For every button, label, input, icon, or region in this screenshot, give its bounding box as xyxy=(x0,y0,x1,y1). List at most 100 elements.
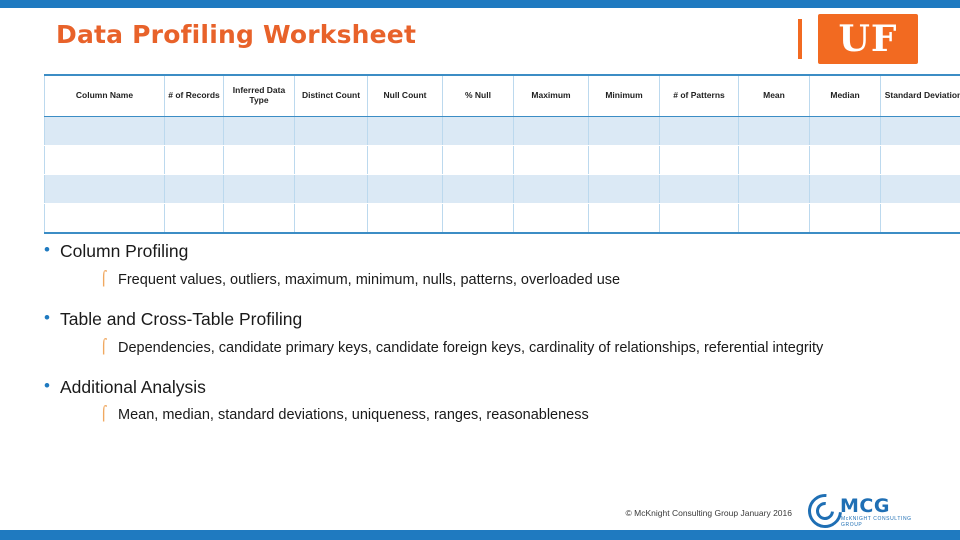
table-cell[interactable] xyxy=(809,174,881,204)
table-cell[interactable] xyxy=(367,174,443,204)
table-cell[interactable] xyxy=(588,174,660,204)
table-cell[interactable] xyxy=(294,145,368,175)
table-row[interactable] xyxy=(44,116,960,146)
bullet-group-0: • Column Profiling ⌠ Frequent values, ou… xyxy=(44,240,924,290)
table-cell[interactable] xyxy=(223,174,295,204)
table-header-cell: % Null xyxy=(442,74,514,117)
table-cell[interactable] xyxy=(880,116,960,146)
page-title: Data Profiling Worksheet xyxy=(56,20,417,49)
table-body xyxy=(44,116,960,234)
table-cell[interactable] xyxy=(880,203,960,234)
uf-logo-text: UF xyxy=(838,18,898,60)
table-cell[interactable] xyxy=(223,145,295,175)
bullet-dot-icon: • xyxy=(44,240,50,259)
table-cell[interactable] xyxy=(659,174,739,204)
table-cell[interactable] xyxy=(223,116,295,146)
bullet-hook-icon: ⌠ xyxy=(100,406,108,423)
table-cell[interactable] xyxy=(659,145,739,175)
bullet-level1: • Table and Cross-Table Profiling xyxy=(44,308,924,332)
table-cell[interactable] xyxy=(513,203,589,234)
table-cell[interactable] xyxy=(588,116,660,146)
table-cell[interactable] xyxy=(442,203,514,234)
table-cell[interactable] xyxy=(738,116,810,146)
table-cell[interactable] xyxy=(442,145,514,175)
mcg-logo-text: MCG xyxy=(840,495,890,517)
table-cell[interactable] xyxy=(367,116,443,146)
table-cell[interactable] xyxy=(809,203,881,234)
table-header-cell: Median xyxy=(809,74,881,117)
table-cell[interactable] xyxy=(44,116,165,146)
top-accent-bar xyxy=(0,0,960,8)
mcg-logo: MCG McKNIGHT CONSULTING GROUP xyxy=(801,487,918,535)
bullet-level2-text: Dependencies, candidate primary keys, ca… xyxy=(118,339,824,356)
table-header-cell: Column Name xyxy=(44,74,165,117)
table-cell[interactable] xyxy=(809,116,881,146)
table-header-cell: # of Patterns xyxy=(659,74,739,117)
bullet-level2-text: Frequent values, outliers, maximum, mini… xyxy=(118,271,621,288)
mcg-logo-subtext: McKNIGHT CONSULTING GROUP xyxy=(841,516,912,528)
table-cell[interactable] xyxy=(164,116,224,146)
copyright-text: © McKnight Consulting Group January 2016 xyxy=(625,508,792,518)
bullet-group-1: • Table and Cross-Table Profiling ⌠ Depe… xyxy=(44,308,924,358)
data-profiling-table: Column Name # of Records Inferred Data T… xyxy=(44,74,960,234)
table-cell[interactable] xyxy=(588,203,660,234)
uf-logo: UF xyxy=(798,14,918,64)
table-cell[interactable] xyxy=(513,174,589,204)
bullet-level2-text: Mean, median, standard deviations, uniqu… xyxy=(118,407,589,424)
table-cell[interactable] xyxy=(367,145,443,175)
bullet-level2: ⌠ Dependencies, candidate primary keys, … xyxy=(44,338,924,358)
table-cell[interactable] xyxy=(513,116,589,146)
table-row[interactable] xyxy=(44,145,960,175)
table-row[interactable] xyxy=(44,203,960,234)
bullet-level2: ⌠ Frequent values, outliers, maximum, mi… xyxy=(44,270,924,290)
table-cell[interactable] xyxy=(738,145,810,175)
table-header-cell: Inferred Data Type xyxy=(223,74,295,117)
uf-logo-badge: UF xyxy=(818,14,918,64)
table-header-cell: Null Count xyxy=(367,74,443,117)
table-cell[interactable] xyxy=(164,145,224,175)
bottom-accent-bar xyxy=(0,530,960,540)
table-cell[interactable] xyxy=(294,203,368,234)
bullet-group-2: • Additional Analysis ⌠ Mean, median, st… xyxy=(44,376,924,426)
table-cell[interactable] xyxy=(513,145,589,175)
table-header-cell: Standard Deviation xyxy=(880,74,960,117)
bullet-level1: • Column Profiling xyxy=(44,240,924,264)
table-cell[interactable] xyxy=(588,145,660,175)
bullet-hook-icon: ⌠ xyxy=(100,338,108,355)
table-header-cell: Distinct Count xyxy=(294,74,368,117)
table-cell[interactable] xyxy=(294,174,368,204)
table-header-row: Column Name # of Records Inferred Data T… xyxy=(44,74,960,117)
table-header-cell: # of Records xyxy=(164,74,224,117)
table-cell[interactable] xyxy=(738,203,810,234)
table-cell[interactable] xyxy=(223,203,295,234)
table-row[interactable] xyxy=(44,174,960,204)
table-cell[interactable] xyxy=(164,203,224,234)
bullet-level1-text: Column Profiling xyxy=(60,241,189,261)
table-cell[interactable] xyxy=(880,145,960,175)
bullet-level2: ⌠ Mean, median, standard deviations, uni… xyxy=(44,405,924,425)
table-cell[interactable] xyxy=(44,145,165,175)
table-cell[interactable] xyxy=(442,116,514,146)
table-cell[interactable] xyxy=(880,174,960,204)
uf-logo-bar xyxy=(798,19,802,59)
table-cell[interactable] xyxy=(367,203,443,234)
bullet-level1: • Additional Analysis xyxy=(44,376,924,400)
table-header-cell: Maximum xyxy=(513,74,589,117)
table-cell[interactable] xyxy=(738,174,810,204)
table-cell[interactable] xyxy=(809,145,881,175)
table-cell[interactable] xyxy=(659,116,739,146)
bullet-dot-icon: • xyxy=(44,307,50,327)
table-cell[interactable] xyxy=(659,203,739,234)
table-cell[interactable] xyxy=(442,174,514,204)
bullet-level1-text: Additional Analysis xyxy=(60,376,206,397)
bullet-hook-icon: ⌠ xyxy=(100,270,108,287)
bullet-content: • Column Profiling ⌠ Frequent values, ou… xyxy=(44,240,924,444)
bullet-dot-icon: • xyxy=(44,375,50,395)
bullet-level1-text: Table and Cross-Table Profiling xyxy=(60,308,303,329)
table-cell[interactable] xyxy=(44,174,165,204)
table-header-cell: Minimum xyxy=(588,74,660,117)
table-cell[interactable] xyxy=(294,116,368,146)
table-cell[interactable] xyxy=(44,203,165,234)
table-cell[interactable] xyxy=(164,174,224,204)
table-header-cell: Mean xyxy=(738,74,810,117)
